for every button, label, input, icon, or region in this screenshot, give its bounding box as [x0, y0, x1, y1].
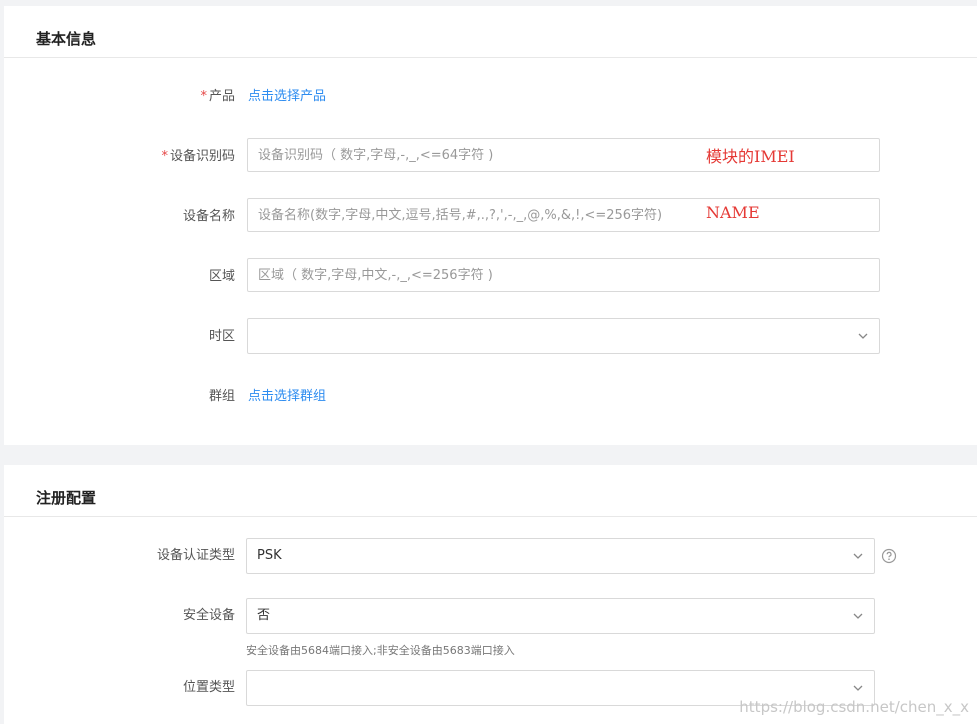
region-input[interactable] [247, 258, 880, 292]
secure-device-value: 否 [257, 608, 271, 623]
name-annotation: NAME [706, 203, 760, 222]
basic-info-divider [4, 57, 977, 58]
secure-device-label: 安全设备 [182, 608, 235, 623]
device-name-input[interactable] [247, 198, 880, 232]
auth-type-value: PSK [257, 548, 282, 563]
question-circle-icon[interactable] [881, 548, 897, 564]
required-mark: * [161, 149, 168, 164]
select-group-link[interactable]: 点击选择群组 [248, 387, 326, 407]
auth-type-select[interactable]: PSK [246, 538, 875, 574]
timezone-label: 时区 [208, 329, 235, 344]
imei-annotation: 模块的IMEI [706, 147, 795, 166]
register-config-card: 注册配置 设备认证类型 PSK 安全设备 否 安全设备由5684端口接入;非安全… [4, 465, 977, 724]
watermark: https://blog.csdn.net/chen_x_x [739, 698, 969, 716]
basic-info-card: 基本信息 *产品 点击选择产品 *设备识别码 模块的IMEI 设备名称 NAME… [4, 6, 977, 445]
select-product-link[interactable]: 点击选择产品 [248, 87, 326, 107]
register-config-divider [4, 516, 977, 517]
product-label: * 产品 [200, 89, 235, 104]
device-id-label: * 设备识别码 [161, 149, 235, 164]
chevron-down-icon [853, 553, 863, 559]
device-name-label: 设备名称 [182, 209, 235, 224]
group-label: 群组 [208, 389, 235, 404]
required-mark: * [200, 89, 207, 104]
basic-info-title: 基本信息 [36, 30, 97, 48]
secure-device-helper: 安全设备由5684端口接入;非安全设备由5683端口接入 [246, 644, 515, 657]
region-label: 区域 [208, 269, 235, 284]
location-type-label: 位置类型 [182, 680, 235, 695]
secure-device-select[interactable]: 否 [246, 598, 875, 634]
chevron-down-icon [853, 685, 863, 691]
register-config-title: 注册配置 [36, 489, 97, 507]
auth-type-label: 设备认证类型 [156, 548, 235, 563]
chevron-down-icon [853, 613, 863, 619]
timezone-select[interactable] [247, 318, 880, 354]
chevron-down-icon [858, 333, 868, 339]
